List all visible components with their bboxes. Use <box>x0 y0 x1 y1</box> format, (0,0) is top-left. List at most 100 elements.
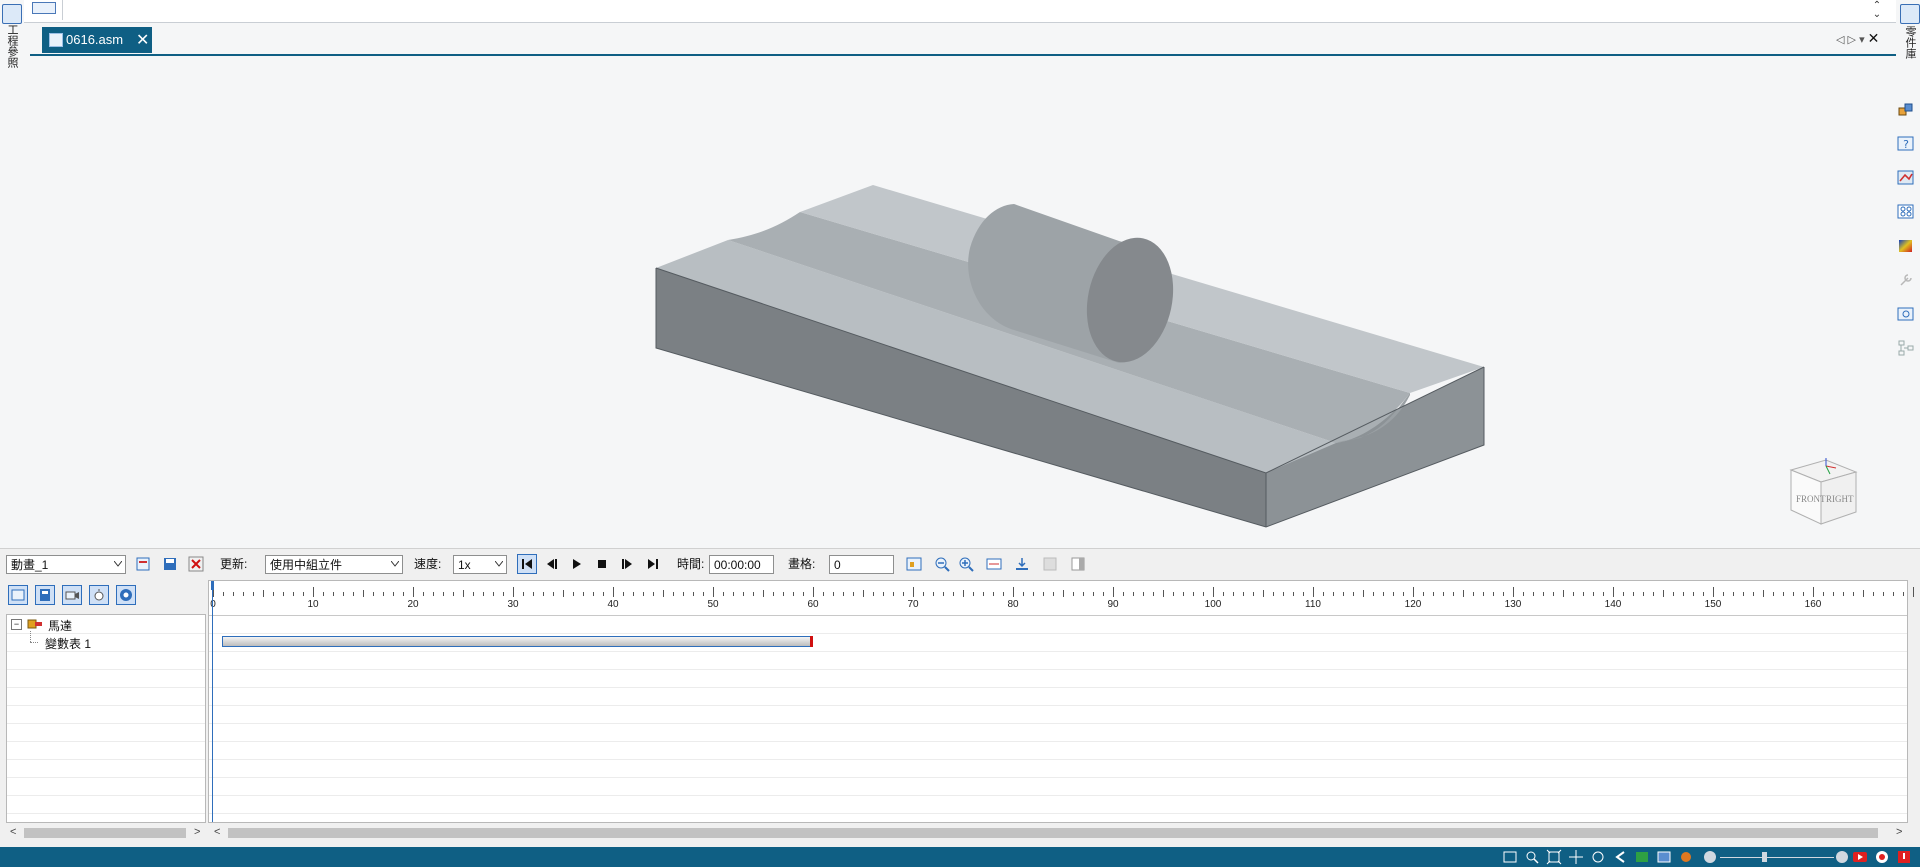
add-camera-button[interactable] <box>62 585 82 605</box>
tab-menu-icon[interactable]: ▾ <box>1859 34 1865 46</box>
wrench-icon <box>1897 271 1915 289</box>
record-icon[interactable] <box>1874 849 1890 865</box>
previous-tab-icon[interactable]: ◁ <box>1836 34 1844 46</box>
add-variable-button[interactable] <box>35 585 55 605</box>
close-document-icon[interactable]: ✕ <box>1868 30 1880 46</box>
document-tab[interactable]: 0616.asm ✕ <box>42 27 152 53</box>
zoom-slider-track[interactable] <box>1720 857 1834 858</box>
notification-icon[interactable] <box>1896 849 1912 865</box>
animation-name-select[interactable]: 動畫_1 <box>6 555 126 574</box>
zoom-out-button[interactable] <box>932 554 952 574</box>
go-to-start-button[interactable] <box>517 554 537 574</box>
zoom-area-icon[interactable] <box>1524 849 1540 865</box>
layout-icon[interactable] <box>1897 203 1915 221</box>
stop-button[interactable] <box>592 554 612 574</box>
ruler-tick <box>1623 592 1624 596</box>
save-animation-button[interactable] <box>160 554 180 574</box>
pan-icon[interactable] <box>1568 849 1584 865</box>
new-animation-button[interactable] <box>133 554 153 574</box>
fit-icon[interactable] <box>1546 849 1562 865</box>
scroll-left-icon[interactable]: < <box>10 826 16 838</box>
scroll-thumb[interactable] <box>24 828 186 838</box>
ruler-tick <box>1783 592 1784 596</box>
viewcube-front-label[interactable]: FRONT <box>1796 494 1826 504</box>
toggle-pane-button[interactable] <box>1068 554 1088 574</box>
ruler-tick <box>1103 592 1104 596</box>
structure-icon[interactable] <box>1897 339 1915 357</box>
ruler-tick <box>513 587 514 597</box>
update-select[interactable]: 使用中組立件 <box>265 555 403 574</box>
rotate-icon[interactable] <box>1590 849 1606 865</box>
ruler-tick <box>313 587 314 597</box>
disabled-tool-button <box>1040 554 1060 574</box>
view-style-icon[interactable] <box>1634 849 1650 865</box>
play-button[interactable] <box>567 554 587 574</box>
fit-view-icon[interactable] <box>1502 849 1518 865</box>
delete-animation-button[interactable] <box>186 554 206 574</box>
export-button[interactable] <box>1012 554 1032 574</box>
ruler-tick <box>1873 592 1874 596</box>
scroll-right-icon[interactable]: > <box>1896 826 1902 838</box>
timeline[interactable]: 0 10 20 30 40 50 60 70 80 90 100 110 120 130 140 150 160 <box>208 580 1914 823</box>
tree-horizontal-scrollbar[interactable]: < > <box>6 825 206 841</box>
quick-access-icon[interactable] <box>32 2 56 14</box>
timeline-ruler[interactable]: 0 10 20 30 40 50 60 70 80 90 100 110 120 130 140 150 160 <box>209 581 1914 616</box>
previous-view-icon[interactable] <box>1612 849 1628 865</box>
step-forward-button[interactable] <box>618 554 638 574</box>
zoom-slider-thumb[interactable] <box>1762 852 1767 862</box>
ruler-tick <box>293 592 294 596</box>
fit-timeline-button[interactable] <box>984 554 1004 574</box>
shaded-view-icon[interactable] <box>1656 849 1672 865</box>
ruler-tick-label: 160 <box>1804 599 1822 610</box>
playhead-handle[interactable] <box>211 581 214 590</box>
ribbon-scroll-icon[interactable]: ⌃ ⌄ <box>1870 1 1884 21</box>
time-field[interactable]: 00:00:00 <box>709 555 774 574</box>
zoom-in-slider-icon[interactable] <box>1836 851 1848 863</box>
timeline-bar-end-marker[interactable] <box>810 636 813 647</box>
close-tab-icon[interactable]: ✕ <box>136 30 149 50</box>
left-dock-label[interactable]: 工程參照 <box>4 24 20 68</box>
pathfinder-icon[interactable] <box>2 4 22 24</box>
speed-select[interactable]: 1x <box>453 555 507 574</box>
ruler-tick <box>1843 592 1844 596</box>
render-icon[interactable] <box>1678 849 1694 865</box>
add-motor-button[interactable] <box>8 585 28 605</box>
scroll-thumb[interactable] <box>228 828 1878 838</box>
tree-item-motor[interactable]: 馬達 <box>48 617 72 634</box>
motor-timeline-bar[interactable] <box>222 636 813 647</box>
chevron-down-icon <box>114 561 122 567</box>
gradient-icon[interactable] <box>1897 237 1915 255</box>
image-icon[interactable] <box>1897 305 1915 323</box>
go-to-end-button[interactable] <box>643 554 663 574</box>
scroll-right-icon[interactable]: > <box>194 826 200 838</box>
collapse-toggle[interactable]: − <box>11 619 22 630</box>
video-icon[interactable] <box>1852 849 1868 865</box>
library-icon[interactable] <box>1900 4 1920 24</box>
ruler-tick <box>333 592 334 596</box>
settings-button[interactable] <box>116 585 136 605</box>
tree-item-variable-table[interactable]: 變數表 1 <box>45 635 91 652</box>
add-light-button[interactable] <box>89 585 109 605</box>
3d-viewport[interactable] <box>24 56 1896 546</box>
color-display-icon[interactable] <box>1897 169 1915 187</box>
play-reverse-button[interactable] <box>541 554 561 574</box>
ruler-tick <box>233 592 234 596</box>
viewcube-right-label[interactable]: RIGHT <box>1826 494 1854 504</box>
next-tab-icon[interactable]: ▷ <box>1848 34 1856 46</box>
right-dock-label[interactable]: 零件庫 <box>1902 26 1918 59</box>
zoom-out-slider-icon[interactable] <box>1704 851 1716 863</box>
playhead[interactable] <box>212 581 213 822</box>
help-icon[interactable]: ? <box>1897 135 1915 153</box>
ruler-tick <box>833 592 834 596</box>
assembly-tool-icon[interactable] <box>1897 101 1915 119</box>
timeline-horizontal-scrollbar[interactable]: < > <box>208 825 1908 841</box>
ruler-tick <box>1433 592 1434 596</box>
properties-button[interactable] <box>904 554 924 574</box>
zoom-in-button[interactable] <box>956 554 976 574</box>
view-cube[interactable]: FRONT RIGHT <box>1786 452 1866 530</box>
scroll-left-icon[interactable]: < <box>214 826 220 838</box>
frame-label: 畫格: <box>788 557 816 571</box>
ruler-tick-label: 60 <box>807 599 819 610</box>
frame-field[interactable]: 0 <box>829 555 894 574</box>
assembly-model[interactable] <box>24 56 1896 546</box>
